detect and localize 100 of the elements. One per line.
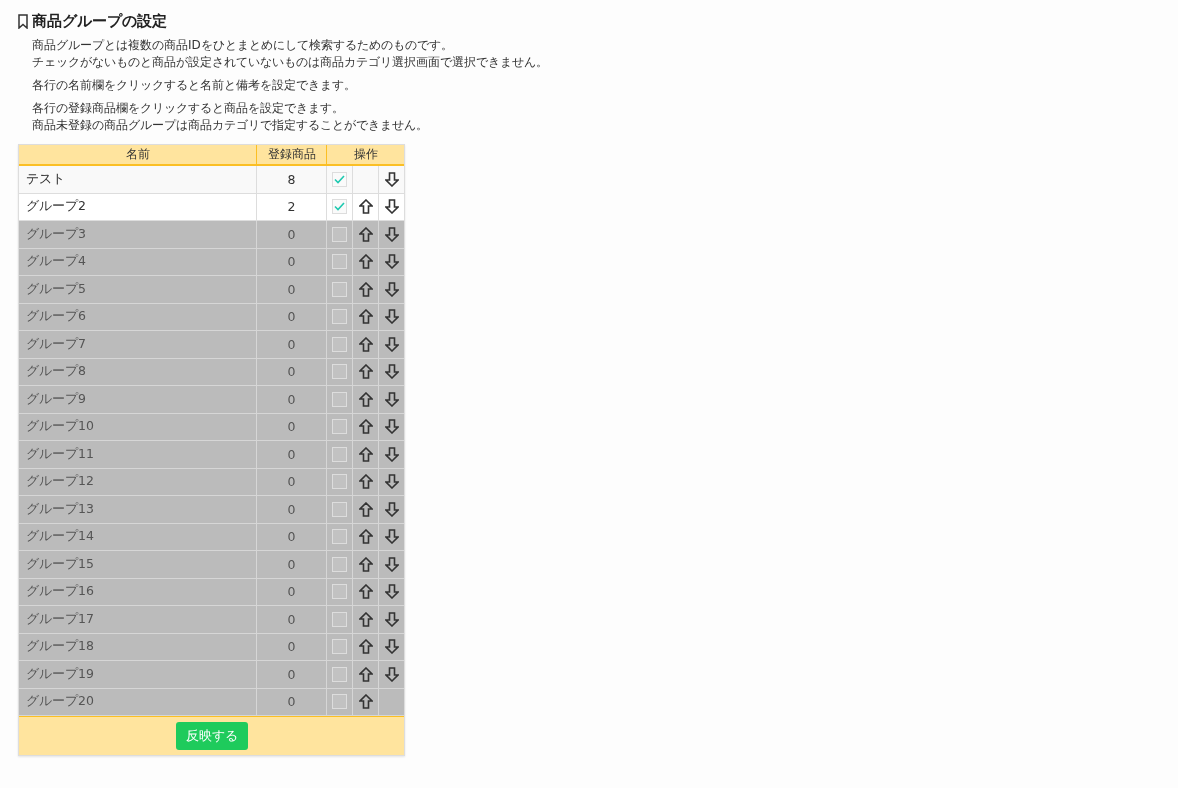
product-count-cell[interactable]: 2: [257, 193, 327, 221]
group-name-cell[interactable]: グループ16: [19, 578, 257, 606]
down-arrow-icon[interactable]: [384, 666, 399, 682]
up-arrow-icon[interactable]: [358, 336, 373, 352]
checkbox[interactable]: [332, 529, 347, 545]
down-arrow-icon[interactable]: [384, 364, 399, 380]
product-count-cell[interactable]: 0: [257, 606, 327, 634]
up-arrow-icon[interactable]: [358, 556, 373, 572]
up-arrow-icon[interactable]: [358, 281, 373, 297]
checkbox[interactable]: [332, 226, 347, 242]
up-arrow-icon[interactable]: [358, 226, 373, 242]
up-arrow-icon[interactable]: [358, 474, 373, 490]
down-arrow-icon[interactable]: [384, 336, 399, 352]
down-arrow-icon[interactable]: [384, 391, 399, 407]
up-arrow-icon[interactable]: [358, 419, 373, 435]
down-arrow-icon[interactable]: [384, 226, 399, 242]
up-arrow-icon[interactable]: [358, 364, 373, 380]
product-count-cell[interactable]: 0: [257, 386, 327, 414]
down-arrow-icon[interactable]: [384, 501, 399, 517]
group-name-cell[interactable]: グループ7: [19, 331, 257, 359]
checkbox[interactable]: [332, 556, 347, 572]
product-count-cell[interactable]: 0: [257, 276, 327, 304]
checkbox[interactable]: [332, 584, 347, 600]
up-arrow-icon[interactable]: [358, 501, 373, 517]
down-arrow-icon[interactable]: [384, 529, 399, 545]
up-arrow-icon[interactable]: [358, 584, 373, 600]
down-arrow-icon[interactable]: [384, 281, 399, 297]
product-count-cell[interactable]: 0: [257, 523, 327, 551]
product-count-cell[interactable]: 0: [257, 496, 327, 524]
product-count-cell[interactable]: 0: [257, 331, 327, 359]
product-count-cell[interactable]: 0: [257, 661, 327, 689]
checkbox[interactable]: [332, 666, 347, 682]
up-arrow-icon[interactable]: [358, 391, 373, 407]
checkbox[interactable]: [332, 639, 347, 655]
product-count-cell[interactable]: 0: [257, 358, 327, 386]
down-arrow-icon[interactable]: [384, 419, 399, 435]
group-name-cell[interactable]: グループ13: [19, 496, 257, 524]
group-name-cell[interactable]: グループ2: [19, 193, 257, 221]
checkbox[interactable]: [332, 694, 347, 710]
up-arrow-icon[interactable]: [358, 639, 373, 655]
down-arrow-icon[interactable]: [384, 199, 399, 215]
up-arrow-icon[interactable]: [358, 309, 373, 325]
group-name-cell[interactable]: グループ19: [19, 661, 257, 689]
checkbox[interactable]: [332, 391, 347, 407]
group-name-cell[interactable]: グループ4: [19, 248, 257, 276]
group-name-cell[interactable]: グループ18: [19, 633, 257, 661]
group-name-cell[interactable]: グループ3: [19, 221, 257, 249]
product-count-cell[interactable]: 0: [257, 688, 327, 716]
product-count-cell[interactable]: 0: [257, 468, 327, 496]
group-name-cell[interactable]: グループ10: [19, 413, 257, 441]
down-arrow-icon[interactable]: [384, 309, 399, 325]
product-count-cell[interactable]: 0: [257, 413, 327, 441]
down-arrow-icon[interactable]: [384, 254, 399, 270]
down-arrow-icon[interactable]: [384, 446, 399, 462]
product-count-cell[interactable]: 0: [257, 248, 327, 276]
checkbox[interactable]: [332, 474, 347, 490]
down-arrow-icon[interactable]: [384, 639, 399, 655]
checkbox[interactable]: [332, 336, 347, 352]
checkbox[interactable]: [332, 419, 347, 435]
group-name-cell[interactable]: グループ8: [19, 358, 257, 386]
checkbox[interactable]: [332, 446, 347, 462]
group-name-cell[interactable]: グループ5: [19, 276, 257, 304]
up-arrow-icon[interactable]: [358, 199, 373, 215]
group-name-cell[interactable]: グループ17: [19, 606, 257, 634]
up-arrow-icon[interactable]: [358, 529, 373, 545]
group-name-cell[interactable]: テスト: [19, 166, 257, 194]
group-name-cell[interactable]: グループ15: [19, 551, 257, 579]
down-arrow-icon[interactable]: [384, 556, 399, 572]
group-name-cell[interactable]: グループ14: [19, 523, 257, 551]
product-count-cell[interactable]: 0: [257, 303, 327, 331]
group-name-cell[interactable]: グループ12: [19, 468, 257, 496]
product-count-cell[interactable]: 0: [257, 578, 327, 606]
product-count-cell[interactable]: 0: [257, 441, 327, 469]
checkbox[interactable]: [332, 501, 347, 517]
group-name-cell[interactable]: グループ20: [19, 688, 257, 716]
group-name-cell[interactable]: グループ9: [19, 386, 257, 414]
product-count-cell[interactable]: 0: [257, 551, 327, 579]
description-text: 各行の名前欄をクリックすると名前と備考を設定できます。: [32, 77, 357, 94]
up-arrow-icon[interactable]: [358, 446, 373, 462]
up-arrow-icon[interactable]: [358, 611, 373, 627]
checkbox[interactable]: [332, 171, 347, 187]
up-arrow-icon[interactable]: [358, 254, 373, 270]
checkbox[interactable]: [332, 309, 347, 325]
group-name-cell[interactable]: グループ6: [19, 303, 257, 331]
checkbox[interactable]: [332, 199, 347, 215]
up-arrow-icon[interactable]: [358, 666, 373, 682]
down-arrow-icon[interactable]: [384, 171, 399, 187]
product-count-cell[interactable]: 8: [257, 166, 327, 194]
checkbox[interactable]: [332, 254, 347, 270]
checkbox[interactable]: [332, 364, 347, 380]
down-arrow-icon[interactable]: [384, 474, 399, 490]
product-count-cell[interactable]: 0: [257, 221, 327, 249]
apply-button[interactable]: 反映する: [175, 722, 248, 750]
down-arrow-icon[interactable]: [384, 584, 399, 600]
checkbox[interactable]: [332, 611, 347, 627]
up-arrow-icon[interactable]: [358, 694, 373, 710]
group-name-cell[interactable]: グループ11: [19, 441, 257, 469]
product-count-cell[interactable]: 0: [257, 633, 327, 661]
down-arrow-icon[interactable]: [384, 611, 399, 627]
checkbox[interactable]: [332, 281, 347, 297]
